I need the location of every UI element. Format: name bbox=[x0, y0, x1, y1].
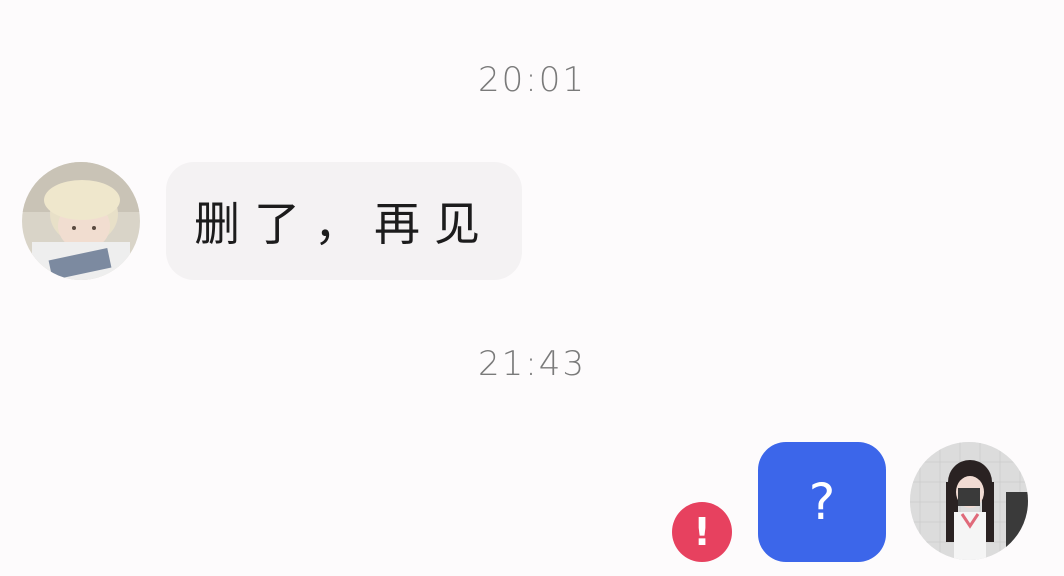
incoming-message-bubble[interactable]: 删了，再见 bbox=[166, 162, 522, 280]
timestamp-1: 20:01 bbox=[478, 60, 586, 100]
contact-avatar[interactable] bbox=[22, 162, 140, 280]
outgoing-message-bubble[interactable]: ? bbox=[758, 442, 886, 562]
send-failed-icon[interactable]: ! bbox=[672, 502, 732, 562]
timestamp-2: 21:43 bbox=[478, 344, 586, 384]
user-avatar[interactable] bbox=[910, 442, 1028, 560]
user-avatar-image bbox=[910, 442, 1028, 560]
contact-avatar-image bbox=[22, 162, 140, 280]
